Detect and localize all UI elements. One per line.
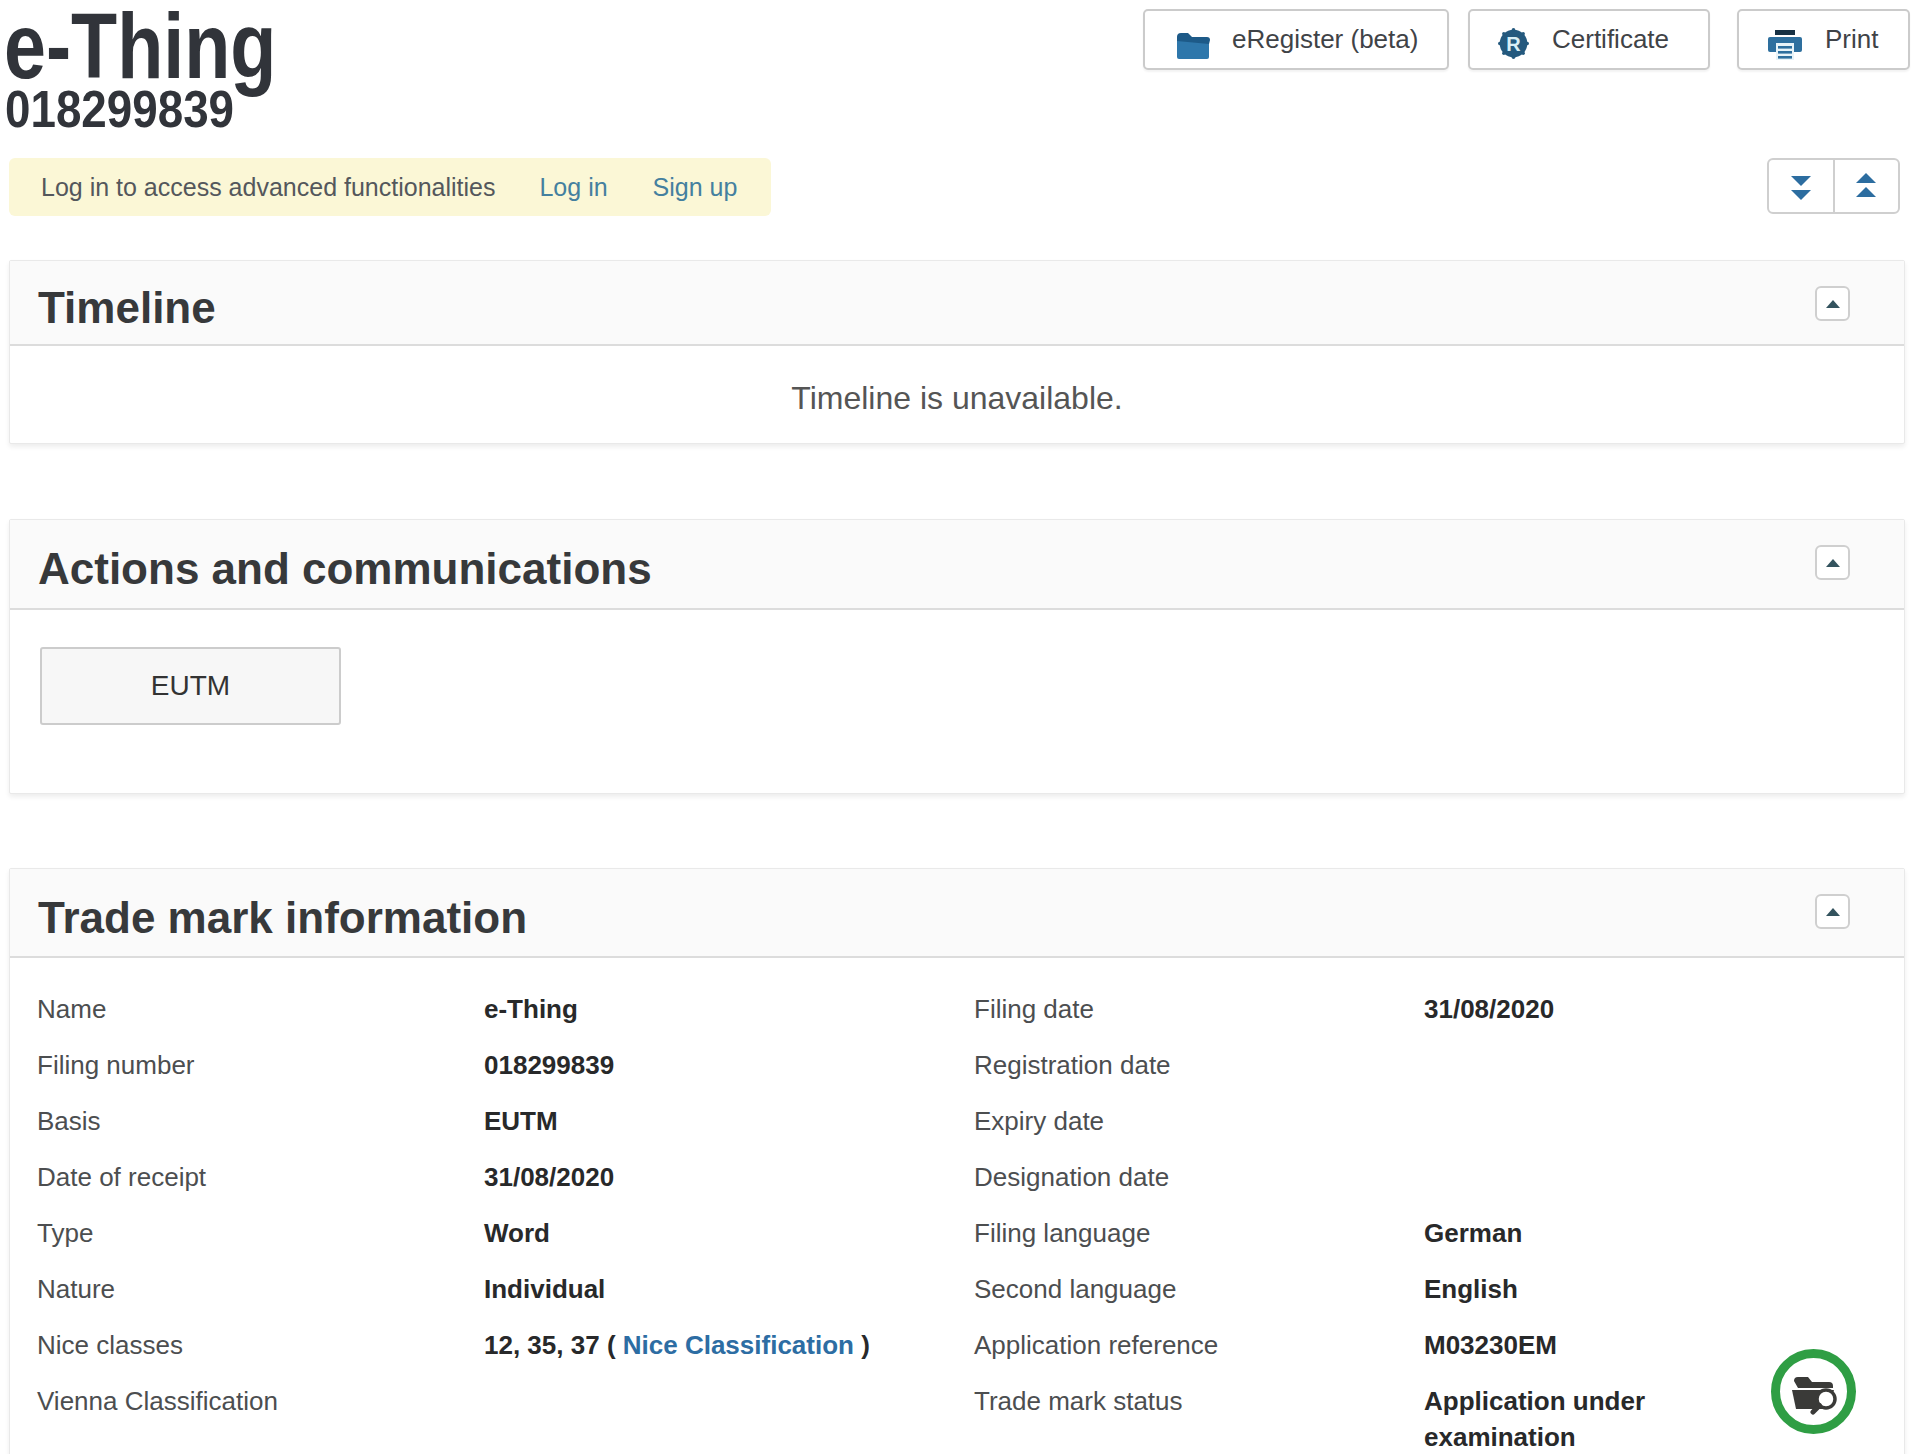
- svg-text:R: R: [1506, 33, 1521, 55]
